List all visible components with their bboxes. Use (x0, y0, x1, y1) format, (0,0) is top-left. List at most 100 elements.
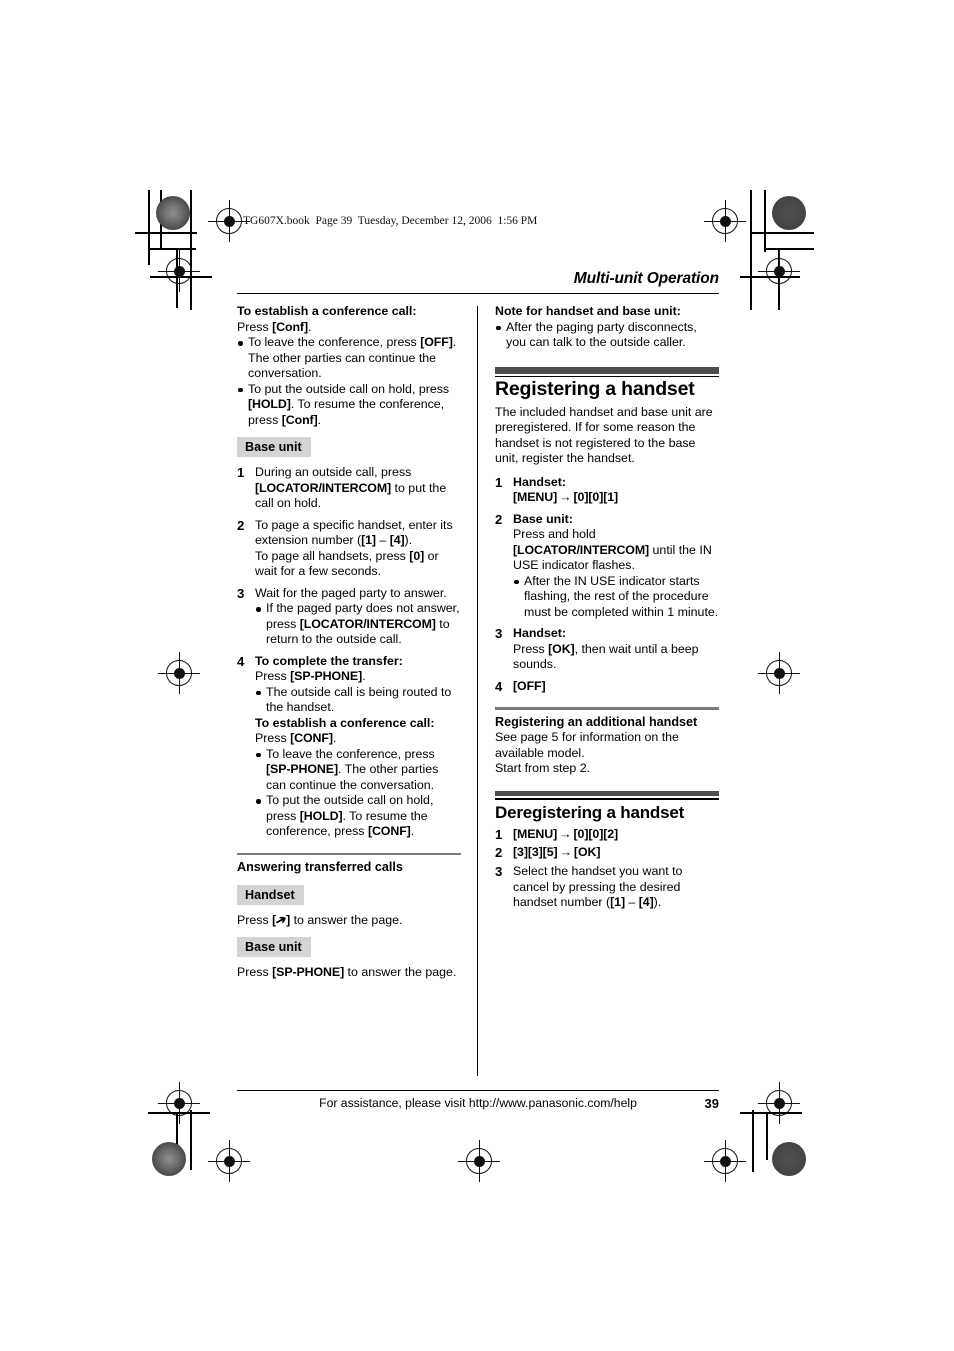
key-335: [3][3][5] (513, 844, 558, 859)
registration-mark (704, 1140, 746, 1182)
additional-line-1: See page 5 for information on the availa… (495, 730, 679, 760)
crop-line (148, 1112, 210, 1114)
halftone-registration-dot (772, 1142, 806, 1176)
deregistering-steps: 1 [MENU] → [0][0][2] 2 [3][3][5] → [OK] 3 Se… (495, 827, 719, 911)
crop-line (135, 232, 197, 234)
complete-transfer-heading: To complete the transfer: (255, 653, 403, 668)
book-header-line: TG607X.book Page 39 Tuesday, December 12… (243, 215, 538, 227)
running-head: Multi-unit Operation (573, 270, 719, 287)
step-key-sequence: [3][3][5] → [OK] (513, 845, 719, 861)
answering-transferred-calls-title: Answering transferred calls (237, 860, 403, 875)
badge-base-unit-2: Base unit (237, 937, 311, 958)
assistance-text: For assistance, please visit http://www.… (319, 1096, 637, 1110)
key-1: [1] (610, 895, 625, 910)
step-text: Press [OK], then wait until a beep sound… (513, 642, 719, 673)
section-title: Deregistering a handset (495, 802, 685, 822)
list-item: The outside call is being routed to the … (255, 685, 461, 716)
section-bar (495, 366, 719, 374)
step-text: Wait for the paged party to answer. (255, 585, 447, 600)
period: . (308, 319, 312, 334)
list-item: 3 Select the handset you want to cancel … (495, 864, 719, 911)
key-ok: [OK] (548, 641, 575, 656)
key-conf: [CONF] (367, 824, 411, 838)
section-title: Registering a handset (495, 378, 695, 401)
key-conf: [Conf] (272, 319, 308, 334)
registration-mark (158, 250, 200, 292)
key-1: [1] (361, 533, 376, 547)
step-text-pre: Press and hold (513, 527, 596, 542)
key-conf: [CONF] (290, 731, 333, 745)
header-rule (237, 293, 719, 294)
key-hold: [HOLD] (299, 808, 343, 823)
halftone-registration-dot (156, 196, 190, 230)
badge-base-unit: Base unit (237, 437, 311, 457)
list-item: 1 Handset: [MENU] → [0][0][1] (495, 475, 719, 506)
additional-handset-title: Registering an additional handset (495, 714, 698, 729)
halftone-registration-dot (152, 1142, 186, 1176)
section-rule (495, 798, 719, 800)
key-menu: [MENU] (513, 827, 558, 842)
period: . (410, 824, 415, 838)
halftone-registration-dot (772, 196, 806, 230)
step-text-post: ). (653, 895, 662, 910)
step-text-post: ). (404, 533, 413, 547)
step-text: During an outside call, press [LOCATOR/I… (255, 465, 461, 512)
key-hold: [HOLD] (248, 397, 291, 411)
list-item: 1 During an outside call, press [LOCATOR… (237, 465, 461, 512)
step-number: 2 (495, 511, 503, 527)
bullet-text: To leave the conference, press (266, 746, 435, 761)
crop-line (764, 190, 766, 252)
crop-line (740, 1112, 802, 1114)
key-talk: [➔] (272, 911, 290, 929)
answer-page-text: to answer the page. (290, 912, 403, 927)
footer-rule (237, 1090, 719, 1092)
registering-steps: 1 Handset: [MENU] → [0][0][1] 2 Base unit:… (495, 475, 719, 695)
step-text-pre: To page a specific handset, enter its ex… (255, 517, 453, 548)
conference-call-heading: To establish a conference call: (237, 304, 417, 318)
column-divider (477, 306, 478, 1076)
key-locator-intercom: [LOCATOR/INTERCOM] (513, 542, 650, 557)
press-label: Press (237, 965, 273, 980)
press-label: Press (255, 669, 291, 683)
step-key-sequence: [MENU] → [0][0][1] (513, 490, 719, 506)
step-number: 1 (495, 827, 503, 843)
registration-mark (704, 200, 746, 242)
right-column: Note for handset and base unit: After th… (477, 304, 719, 981)
minor-rule (237, 852, 461, 856)
step-number: 1 (237, 465, 245, 480)
list-item: 2 [3][3][5] → [OK] (495, 845, 719, 861)
key-sp-phone: [SP-PHONE] (266, 762, 338, 776)
crop-line (766, 1112, 768, 1160)
arrow-icon: → (559, 844, 572, 859)
step-bullet-list: After the IN USE indicator starts flashi… (513, 574, 719, 621)
registration-mark (208, 1140, 250, 1182)
list-item: To put the outside call on hold, press [… (237, 382, 461, 429)
key-002: [0][0][2] (573, 827, 619, 842)
key-off: [OFF] (420, 335, 453, 349)
key-4: [4] (638, 895, 654, 910)
step-number: 3 (495, 864, 503, 880)
crop-line (750, 190, 752, 310)
step-text: [OFF] (513, 679, 719, 695)
crop-line (148, 190, 150, 265)
key-conf: [Conf] (281, 412, 318, 427)
press-label: Press (513, 641, 549, 656)
arrow-icon: → (559, 490, 572, 505)
key-001: [0][0][1] (573, 490, 619, 505)
step-key-sequence: [MENU] → [0][0][2] (513, 827, 719, 843)
crop-line (766, 248, 814, 250)
crop-line (190, 190, 192, 310)
conference-bullet-list: To leave the conference, press [OFF]. Th… (237, 335, 461, 428)
page-number: 39 (704, 1096, 719, 1111)
registration-mark (208, 200, 250, 242)
crop-line (752, 232, 814, 234)
conference-call-heading-2: To establish a conference call: (255, 715, 435, 730)
section-intro: The included handset and base unit are p… (495, 404, 713, 466)
step-number: 3 (237, 585, 245, 601)
key-locator-intercom: [LOCATOR/INTERCOM] (299, 616, 436, 631)
list-item: 1 [MENU] → [0][0][2] (495, 827, 719, 843)
period: . (332, 731, 337, 745)
list-item: After the paging party disconnects, you … (495, 320, 719, 351)
crop-line (148, 248, 196, 250)
answer-page-text: to answer the page. (344, 965, 457, 980)
